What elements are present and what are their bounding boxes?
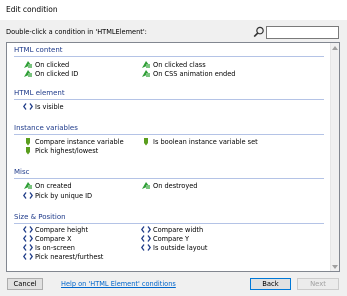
- scroll-up-arrow-icon[interactable]: [331, 43, 339, 52]
- help-link[interactable]: Help on 'HTML Element' conditions: [61, 280, 176, 288]
- trigger-arrow-icon: [23, 69, 33, 78]
- code-brackets-icon: [22, 225, 34, 234]
- code-brackets-icon: [140, 243, 152, 252]
- code-brackets-icon: [22, 243, 34, 252]
- group-divider: [14, 134, 324, 135]
- conditions-list[interactable]: HTML content On clicked On clicked class…: [6, 42, 340, 272]
- condition-on-clicked-class[interactable]: On clicked class: [141, 60, 206, 69]
- condition-label: Compare Y: [153, 234, 190, 243]
- condition-label: On destroyed: [153, 181, 198, 190]
- next-button[interactable]: Next: [297, 278, 339, 290]
- code-brackets-icon: [22, 191, 34, 200]
- scroll-down-arrow-icon[interactable]: [331, 262, 339, 271]
- code-brackets-icon: [22, 234, 34, 243]
- condition-label: On clicked: [35, 60, 70, 69]
- condition-label: On clicked class: [153, 60, 206, 69]
- window-title: Edit condition: [6, 5, 58, 14]
- variable-tag-icon: [141, 137, 151, 146]
- group-header-misc: Misc: [14, 168, 30, 176]
- code-brackets-icon: [22, 252, 34, 261]
- back-button[interactable]: Back: [250, 278, 291, 290]
- group-divider: [14, 223, 324, 224]
- group-divider: [14, 178, 324, 179]
- edit-condition-dialog: Double-click a condition in 'HTMLElement…: [0, 20, 347, 296]
- prompt-text: Double-click a condition in 'HTMLElement…: [6, 28, 147, 36]
- condition-label: Is visible: [35, 102, 64, 111]
- vertical-scrollbar[interactable]: [330, 43, 339, 271]
- search-icon: [253, 26, 265, 38]
- condition-label: Compare X: [35, 234, 72, 243]
- cancel-button[interactable]: Cancel: [7, 278, 43, 290]
- condition-on-clicked[interactable]: On clicked: [23, 60, 69, 69]
- condition-pick-highest-lowest[interactable]: Pick highest/lowest: [23, 146, 98, 155]
- code-brackets-icon: [140, 225, 152, 234]
- condition-label: Is on-screen: [35, 243, 75, 252]
- code-brackets-icon: [22, 102, 34, 111]
- trigger-arrow-icon: [141, 60, 151, 69]
- variable-tag-icon: [23, 146, 33, 155]
- condition-label: On CSS animation ended: [153, 69, 236, 78]
- trigger-arrow-icon: [23, 181, 33, 190]
- condition-on-clicked-id[interactable]: On clicked ID: [23, 69, 78, 78]
- condition-is-visible[interactable]: Is visible: [22, 102, 64, 111]
- condition-label: On created: [35, 181, 72, 190]
- condition-label: Pick by unique ID: [35, 191, 93, 200]
- condition-is-on-screen[interactable]: Is on-screen: [22, 243, 75, 252]
- condition-label: Pick highest/lowest: [35, 146, 99, 155]
- group-divider: [14, 99, 324, 100]
- condition-compare-y[interactable]: Compare Y: [140, 234, 190, 243]
- condition-label: On clicked ID: [35, 69, 79, 78]
- condition-compare-height[interactable]: Compare height: [22, 225, 89, 234]
- condition-is-boolean-instance-variable-set[interactable]: Is boolean instance variable set: [141, 137, 258, 146]
- condition-pick-by-unique-id[interactable]: Pick by unique ID: [22, 191, 93, 200]
- trigger-arrow-icon: [23, 60, 33, 69]
- condition-compare-x[interactable]: Compare X: [22, 234, 72, 243]
- variable-tag-icon: [23, 137, 33, 146]
- group-header-size-position: Size & Position: [14, 213, 66, 221]
- title-bar: Edit condition: [0, 0, 347, 20]
- group-divider: [14, 56, 324, 57]
- condition-label: Is boolean instance variable set: [153, 137, 258, 146]
- condition-pick-nearest-furthest[interactable]: Pick nearest/furthest: [22, 252, 104, 261]
- condition-is-outside-layout[interactable]: Is outside layout: [140, 243, 208, 252]
- trigger-arrow-icon: [141, 181, 151, 190]
- condition-label: Pick nearest/furthest: [35, 252, 104, 261]
- search-input[interactable]: [266, 26, 339, 39]
- condition-label: Is outside layout: [153, 243, 208, 252]
- group-header-html-element: HTML element: [14, 89, 65, 97]
- condition-compare-width[interactable]: Compare width: [140, 225, 204, 234]
- condition-on-created[interactable]: On created: [23, 181, 72, 190]
- code-brackets-icon: [140, 234, 152, 243]
- condition-compare-instance-variable[interactable]: Compare instance variable: [23, 137, 124, 146]
- group-header-html-content: HTML content: [14, 46, 63, 54]
- condition-label: Compare height: [35, 225, 89, 234]
- trigger-arrow-icon: [141, 69, 151, 78]
- condition-label: Compare instance variable: [35, 137, 124, 146]
- condition-on-destroyed[interactable]: On destroyed: [141, 181, 197, 190]
- condition-label: Compare width: [153, 225, 204, 234]
- condition-on-css-animation-ended[interactable]: On CSS animation ended: [141, 69, 235, 78]
- group-header-instance-variables: Instance variables: [14, 124, 78, 132]
